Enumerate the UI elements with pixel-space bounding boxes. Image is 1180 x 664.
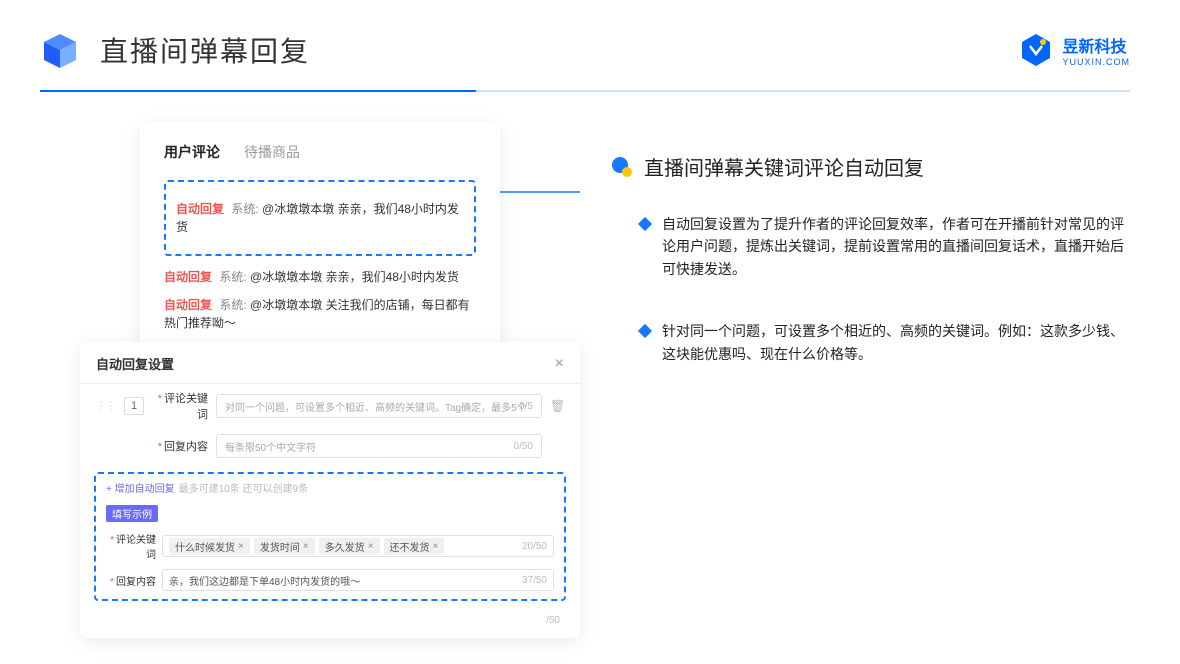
brand-icon [1018, 32, 1054, 68]
settings-title: 自动回复设置 [96, 354, 174, 373]
system-label: 系统: [231, 202, 258, 216]
example-area: + 增加自动回复最多可建10条 还可以创建9条 填写示例 评论关键词 什么时候发… [94, 472, 566, 601]
bubble-icon [610, 155, 634, 179]
brand-name-cn: 昱新科技 [1062, 33, 1130, 57]
example-content-input[interactable]: 亲，我们这边都是下单48小时内发货的哦～ 37/50 [162, 569, 554, 591]
tab-products[interactable]: 待播商品 [244, 142, 300, 162]
tag-item[interactable]: 发货时间× [254, 538, 315, 555]
highlighted-comment: 自动回复 系统: @冰墩墩本墩 亲亲，我们48小时内发货 [164, 180, 476, 256]
drag-handle-icon[interactable]: ⋮⋮ [96, 401, 116, 412]
diamond-icon [638, 324, 652, 338]
order-number: 1 [124, 397, 144, 415]
tag-item[interactable]: 多久发货× [319, 538, 380, 555]
diamond-icon [638, 217, 652, 231]
tag-item[interactable]: 还不发货× [384, 538, 445, 555]
page-title: 直播间弹幕回复 [100, 30, 310, 70]
delete-icon[interactable]: 🗑 [550, 399, 564, 413]
section-title: 直播间弹幕关键词评论自动回复 [644, 152, 924, 181]
close-icon[interactable]: × [555, 355, 564, 373]
add-auto-reply-link[interactable]: + 增加自动回复最多可建10条 还可以创建9条 [106, 480, 554, 495]
bullet-item: 自动回复设置为了提升作者的评论回复效率，作者可在开播前针对常见的评论用户问题，提… [640, 213, 1130, 280]
auto-reply-settings-panel: 自动回复设置 × ⋮⋮ 1 评论关键词 对同一个问题，可设置多个相近、高频的关键… [80, 342, 580, 638]
content-input[interactable]: 每条限50个中文字符 0/50 [216, 434, 542, 458]
brand-name-en: YUUXIN.COM [1062, 57, 1130, 67]
bullet-item: 针对同一个问题，可设置多个相近的、高频的关键词。例如：这款多少钱、这块能优惠吗、… [640, 320, 1130, 365]
page-header: 直播间弹幕回复 昱新科技 YUUXIN.COM [0, 0, 1180, 70]
tab-comments[interactable]: 用户评论 [164, 142, 220, 162]
keyword-input[interactable]: 对同一个问题，可设置多个相近、高频的关键词。Tag确定，最多5个 0/5 [216, 394, 542, 418]
auto-reply-tag: 自动回复 [176, 202, 224, 216]
comment-text: @冰墩墩本墩 亲亲，我们48小时内发货 [250, 270, 459, 284]
example-badge: 填写示例 [106, 505, 158, 522]
keyword-label: 评论关键词 [152, 390, 208, 422]
brand: 昱新科技 YUUXIN.COM [1018, 32, 1130, 68]
content-label: 回复内容 [152, 438, 208, 454]
tag-item[interactable]: 什么时候发货× [169, 538, 250, 555]
example-keyword-input[interactable]: 什么时候发货× 发货时间× 多久发货× 还不发货× 20/50 [162, 535, 554, 557]
cube-icon [40, 30, 80, 70]
comments-panel: 用户评论 待播商品 自动回复 系统: @冰墩墩本墩 亲亲，我们48小时内发货 自… [140, 122, 500, 352]
description-panel: 直播间弹幕关键词评论自动回复 自动回复设置为了提升作者的评论回复效率，作者可在开… [610, 122, 1130, 638]
